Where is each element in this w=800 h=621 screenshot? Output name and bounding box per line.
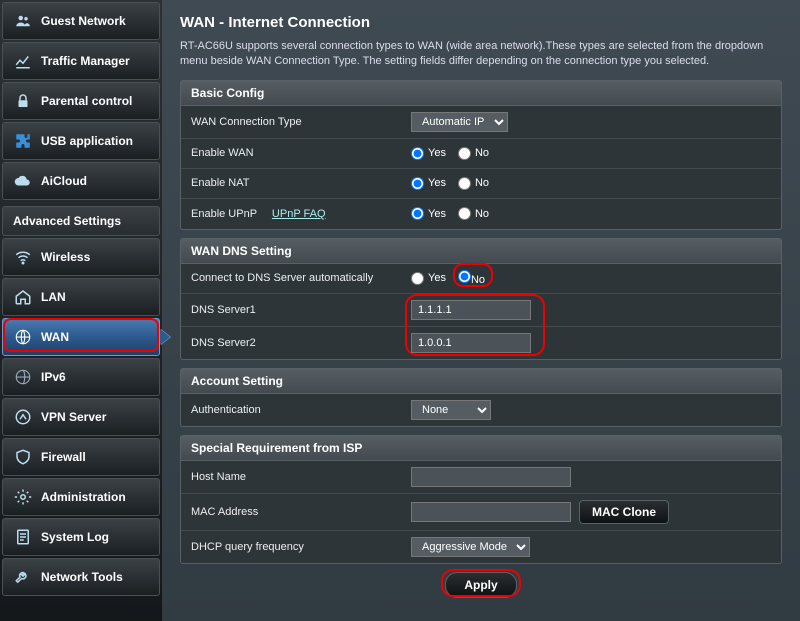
log-icon	[13, 527, 33, 547]
sidebar-item-label: Wireless	[41, 250, 90, 264]
upnp-faq-link[interactable]: UPnP FAQ	[272, 208, 326, 220]
dhcp-select[interactable]: Aggressive Mode	[411, 537, 530, 557]
auth-label: Authentication	[191, 404, 411, 416]
sidebar-item-label: IPv6	[41, 370, 66, 384]
page-title: WAN - Internet Connection	[180, 14, 782, 31]
sidebar-item-label: AiCloud	[41, 174, 87, 188]
sidebar-item-label: System Log	[41, 530, 109, 544]
sidebar-vpn-server[interactable]: VPN Server	[2, 398, 160, 436]
sidebar-aicloud[interactable]: AiCloud	[2, 162, 160, 200]
dns-auto-no[interactable]	[458, 270, 471, 283]
sidebar-firewall[interactable]: Firewall	[2, 438, 160, 476]
sidebar-item-label: LAN	[41, 290, 66, 304]
dns2-label: DNS Server2	[191, 337, 411, 349]
sidebar-usb-application[interactable]: USB application	[2, 122, 160, 160]
basic-config-panel: Basic Config WAN Connection Type Automat…	[180, 80, 782, 230]
enable-nat-label: Enable NAT	[191, 177, 411, 189]
account-panel: Account Setting Authentication None	[180, 368, 782, 427]
sidebar: Guest Network Traffic Manager Parental c…	[0, 0, 162, 621]
sidebar-item-label: WAN	[41, 330, 69, 344]
puzzle-icon	[13, 131, 33, 151]
sidebar-system-log[interactable]: System Log	[2, 518, 160, 556]
dns-auto-yes[interactable]	[411, 272, 424, 285]
auth-select[interactable]: None	[411, 400, 491, 420]
lock-icon	[13, 91, 33, 111]
enable-wan-label: Enable WAN	[191, 147, 411, 159]
wan-type-label: WAN Connection Type	[191, 116, 411, 128]
dns1-label: DNS Server1	[191, 304, 411, 316]
sidebar-administration[interactable]: Administration	[2, 478, 160, 516]
sidebar-item-label: Parental control	[41, 94, 132, 108]
main-content: WAN - Internet Connection RT-AC66U suppo…	[162, 0, 800, 621]
sidebar-network-tools[interactable]: Network Tools	[2, 558, 160, 596]
page-description: RT-AC66U supports several connection typ…	[180, 39, 782, 70]
globe-icon	[13, 327, 33, 347]
panel-header: Account Setting	[181, 369, 781, 394]
vpn-icon	[13, 407, 33, 427]
shield-icon	[13, 447, 33, 467]
sidebar-traffic-manager[interactable]: Traffic Manager	[2, 42, 160, 80]
sidebar-parental-control[interactable]: Parental control	[2, 82, 160, 120]
sidebar-ipv6[interactable]: IPv6	[2, 358, 160, 396]
panel-header: Special Requirement from ISP	[181, 436, 781, 461]
sidebar-item-label: Network Tools	[41, 570, 123, 584]
home-icon	[13, 287, 33, 307]
sidebar-item-label: Guest Network	[41, 14, 126, 28]
sidebar-item-label: Traffic Manager	[41, 54, 130, 68]
wifi-icon	[13, 247, 33, 267]
cloud-icon	[13, 171, 33, 191]
mac-clone-button[interactable]: MAC Clone	[579, 500, 669, 524]
panel-header: Basic Config	[181, 81, 781, 106]
dns2-input[interactable]	[411, 333, 531, 353]
sidebar-wan[interactable]: WAN	[2, 318, 160, 356]
dns-auto-label: Connect to DNS Server automatically	[191, 272, 411, 284]
chart-icon	[13, 51, 33, 71]
sidebar-wireless[interactable]: Wireless	[2, 238, 160, 276]
wan-type-select[interactable]: Automatic IP	[411, 112, 508, 132]
enable-nat-no[interactable]	[458, 177, 471, 190]
dhcp-label: DHCP query frequency	[191, 541, 411, 553]
enable-wan-yes[interactable]	[411, 147, 424, 160]
gear-icon	[13, 487, 33, 507]
wrench-icon	[13, 567, 33, 587]
host-input[interactable]	[411, 467, 571, 487]
enable-nat-yes[interactable]	[411, 177, 424, 190]
mac-input[interactable]	[411, 502, 571, 522]
sidebar-item-label: USB application	[41, 134, 133, 148]
dns-panel: WAN DNS Setting Connect to DNS Server au…	[180, 238, 782, 360]
host-label: Host Name	[191, 471, 411, 483]
enable-upnp-no[interactable]	[458, 207, 471, 220]
people-icon	[13, 11, 33, 31]
enable-upnp-yes[interactable]	[411, 207, 424, 220]
sidebar-item-label: Administration	[41, 490, 126, 504]
panel-header: WAN DNS Setting	[181, 239, 781, 264]
apply-button[interactable]: Apply	[445, 572, 516, 598]
selected-arrow-icon	[160, 329, 170, 345]
enable-wan-no[interactable]	[458, 147, 471, 160]
dns1-input[interactable]	[411, 300, 531, 320]
globe-v6-icon	[13, 367, 33, 387]
isp-panel: Special Requirement from ISP Host Name M…	[180, 435, 782, 564]
sidebar-lan[interactable]: LAN	[2, 278, 160, 316]
advanced-settings-header: Advanced Settings	[2, 206, 160, 236]
sidebar-item-label: VPN Server	[41, 410, 106, 424]
sidebar-item-label: Firewall	[41, 450, 86, 464]
mac-label: MAC Address	[191, 506, 411, 518]
sidebar-guest-network[interactable]: Guest Network	[2, 2, 160, 40]
enable-upnp-label: Enable UPnP UPnP FAQ	[191, 208, 411, 220]
